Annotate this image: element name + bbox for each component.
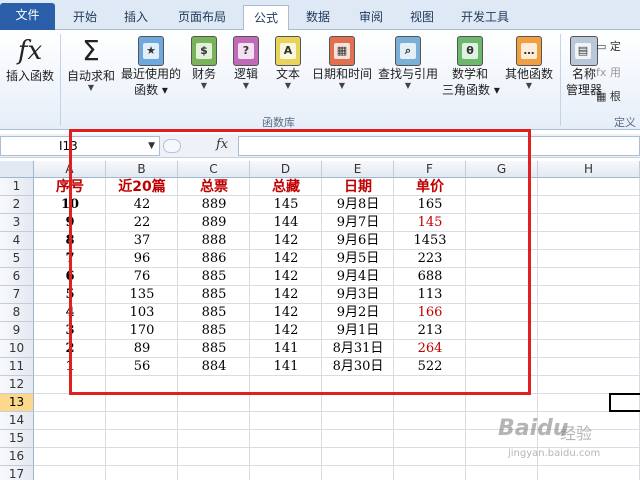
more-book-icon: … <box>516 36 542 66</box>
tab-formulas[interactable]: 公式 <box>243 5 289 31</box>
insert-function-button[interactable]: fx 插入函数 <box>2 34 58 84</box>
row-header-11[interactable]: 11 <box>0 358 34 376</box>
tab-developer[interactable]: 开发工具 <box>450 5 520 30</box>
tab-home[interactable]: 开始 <box>63 5 107 30</box>
chevron-down-icon: ▼ <box>525 81 533 90</box>
define-name-button[interactable]: ▭ 定 <box>596 38 621 54</box>
select-all-corner[interactable] <box>0 161 34 178</box>
chevron-down-icon: ▼ <box>200 81 208 90</box>
ribbon-tab-bar: 文件 开始 插入 页面布局 公式 数据 审阅 视图 开发工具 <box>0 0 640 31</box>
row-header-17[interactable]: 17 <box>0 466 34 480</box>
fx-icon: fx <box>17 36 43 66</box>
row-header-15[interactable]: 15 <box>0 430 34 448</box>
chevron-down-icon: ▼ <box>242 81 250 90</box>
column-header-h[interactable]: H <box>538 161 640 178</box>
lookup-book-icon: ⌕ <box>395 36 421 66</box>
ribbon-formulas: fx 插入函数 Σ 自动求和 ▼ ★ 最近使用的 函数 ▾ $ 财务 ▼ ? 逻… <box>0 30 640 130</box>
datetime-button[interactable]: ▦ 日期和时间 ▼ <box>310 34 374 90</box>
financial-book-icon: $ <box>191 36 217 66</box>
highlight-box <box>69 129 531 395</box>
recently-used-button[interactable]: ★ 最近使用的 函数 ▾ <box>120 34 182 98</box>
text-book-icon: A <box>275 36 301 66</box>
row-header-6[interactable]: 6 <box>0 268 34 286</box>
row-header-1[interactable]: 1 <box>0 178 34 196</box>
row-header-16[interactable]: 16 <box>0 448 34 466</box>
tab-view[interactable]: 视图 <box>400 5 444 30</box>
tab-data[interactable]: 数据 <box>296 5 340 30</box>
tab-page-layout[interactable]: 页面布局 <box>168 5 236 30</box>
sigma-icon: Σ <box>82 34 100 67</box>
star-book-icon: ★ <box>138 36 164 66</box>
grid-icon: ▦ <box>596 90 607 103</box>
autosum-button[interactable]: Σ 自动求和 ▼ <box>64 34 118 92</box>
row-header-3[interactable]: 3 <box>0 214 34 232</box>
ribbon-separator <box>560 34 561 126</box>
create-from-selection-button[interactable]: ▦ 根 <box>596 88 621 104</box>
row-header-8[interactable]: 8 <box>0 304 34 322</box>
row-header-5[interactable]: 5 <box>0 250 34 268</box>
text-button[interactable]: A 文本 ▼ <box>270 34 306 90</box>
use-in-formula-button[interactable]: fx 用 <box>596 64 621 80</box>
tab-insert[interactable]: 插入 <box>114 5 158 30</box>
row-header-2[interactable]: 2 <box>0 196 34 214</box>
ribbon-separator <box>60 34 61 126</box>
chevron-down-icon: ▼ <box>87 83 95 92</box>
name-manager-icon: ▤ <box>570 36 598 66</box>
row-header-14[interactable]: 14 <box>0 412 34 430</box>
calendar-book-icon: ▦ <box>329 36 355 66</box>
lookup-button[interactable]: ⌕ 查找与引用 ▼ <box>376 34 440 90</box>
group-label-function-library: 函数库 <box>262 116 295 129</box>
tag-icon: ▭ <box>596 40 607 53</box>
tab-file[interactable]: 文件 <box>0 3 55 30</box>
chevron-down-icon: ▼ <box>284 81 292 90</box>
logical-book-icon: ? <box>233 36 259 66</box>
active-cell-cursor <box>609 393 640 412</box>
more-functions-button[interactable]: … 其他函数 ▼ <box>502 34 556 90</box>
row-header-4[interactable]: 4 <box>0 232 34 250</box>
row-header-9[interactable]: 9 <box>0 322 34 340</box>
row-header-7[interactable]: 7 <box>0 286 34 304</box>
group-label-defined-names: 定义 <box>614 116 636 129</box>
financial-button[interactable]: $ 财务 ▼ <box>186 34 222 90</box>
math-book-icon: θ <box>457 36 483 66</box>
math-trig-button[interactable]: θ 数学和 三角函数 ▾ <box>442 34 500 98</box>
row-header-13[interactable]: 13 <box>0 394 34 412</box>
chevron-down-icon: ▼ <box>338 81 346 90</box>
row-header-12[interactable]: 12 <box>0 376 34 394</box>
chevron-down-icon: ▼ <box>404 81 412 90</box>
fx-small-icon: fx <box>596 66 607 79</box>
gridline-horizontal <box>34 411 640 412</box>
row-header-10[interactable]: 10 <box>0 340 34 358</box>
tab-review[interactable]: 审阅 <box>349 5 393 30</box>
logical-button[interactable]: ? 逻辑 ▼ <box>228 34 264 90</box>
watermark: Baidu 经验 jingyan.baidu.com <box>498 416 601 459</box>
